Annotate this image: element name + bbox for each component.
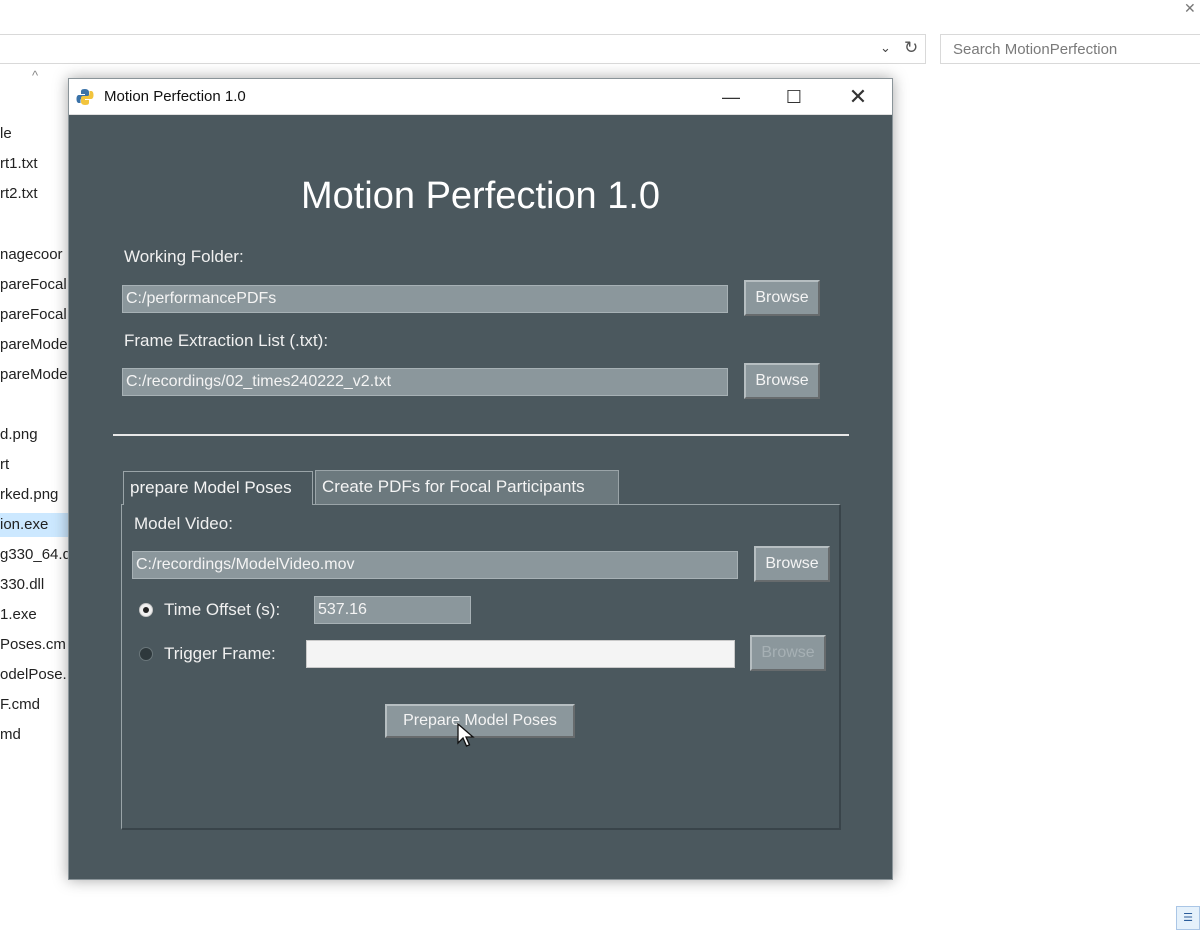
explorer-close-icon[interactable]: ✕ [1184,0,1196,17]
frame-list-input[interactable]: C:/recordings/02_times240222_v2.txt [122,368,728,396]
list-item[interactable]: md [0,723,72,747]
tab-create-pdfs[interactable]: Create PDFs for Focal Participants [315,470,619,504]
page-title: Motion Perfection 1.0 [300,175,661,217]
prepare-model-poses-button[interactable]: Prepare Model Poses [385,704,575,738]
list-item-selected[interactable]: ion.exe [0,513,72,537]
title-bar[interactable]: Motion Perfection 1.0 — ☐ ✕ [69,79,892,115]
list-item[interactable]: 330.dll [0,573,72,597]
list-item[interactable]: rked.png [0,483,72,507]
working-folder-browse-button[interactable]: Browse [744,280,820,316]
list-item[interactable]: rt2.txt [0,182,72,206]
list-item[interactable]: 1.exe [0,603,72,627]
list-item[interactable]: nagecoor [0,243,72,267]
maximize-icon[interactable]: ☐ [772,82,816,112]
frame-list-label: Frame Extraction List (.txt): [124,331,329,350]
list-item[interactable]: pareMode [0,363,72,387]
list-item[interactable]: rt [0,453,72,477]
details-view-icon[interactable]: ☰ [1176,906,1200,930]
window-title: Motion Perfection 1.0 [104,88,246,105]
time-offset-radio[interactable] [139,603,153,617]
time-offset-input[interactable]: 537.16 [314,596,471,624]
list-item[interactable]: Poses.cm [0,633,72,657]
python-icon [76,89,94,105]
refresh-icon[interactable]: ↻ [904,38,918,58]
trigger-frame-input[interactable] [306,640,735,668]
minimize-icon[interactable]: — [709,82,753,112]
desktop-screen: ✕ ⌄ ↻ Search MotionPerfection ^ le rt1.t… [0,0,1200,932]
list-item[interactable]: pareMode [0,333,72,357]
trigger-frame-label[interactable]: Trigger Frame: [164,644,276,664]
list-item[interactable]: d.png [0,423,72,447]
app-window: Motion Perfection 1.0 — ☐ ✕ Motion Perfe… [68,78,893,880]
working-folder-label: Working Folder: [124,247,244,266]
list-item[interactable]: rt1.txt [0,152,72,176]
close-icon[interactable]: ✕ [836,82,880,112]
search-input[interactable]: Search MotionPerfection [940,34,1200,64]
working-folder-input[interactable]: C:/performancePDFs [122,285,728,313]
list-item[interactable]: odelPose. [0,663,72,687]
address-bar[interactable] [0,34,926,64]
list-item[interactable]: le [0,122,72,146]
trigger-frame-browse-button[interactable]: Browse [750,635,826,671]
list-item[interactable]: g330_64.d [0,543,72,567]
tab-prepare-model-poses[interactable]: prepare Model Poses [123,471,313,505]
divider [113,434,849,436]
address-dropdown-icon[interactable]: ⌄ [880,40,891,56]
model-video-input[interactable]: C:/recordings/ModelVideo.mov [132,551,738,579]
list-item[interactable]: pareFocal [0,303,72,327]
time-offset-label[interactable]: Time Offset (s): [164,600,280,620]
sort-caret-icon[interactable]: ^ [32,68,38,83]
frame-list-browse-button[interactable]: Browse [744,363,820,399]
model-video-browse-button[interactable]: Browse [754,546,830,582]
model-video-label: Model Video: [134,514,233,533]
trigger-frame-radio[interactable] [139,647,153,661]
mouse-cursor-icon [457,723,475,747]
list-item[interactable]: pareFocal [0,273,72,297]
list-item[interactable]: F.cmd [0,693,72,717]
